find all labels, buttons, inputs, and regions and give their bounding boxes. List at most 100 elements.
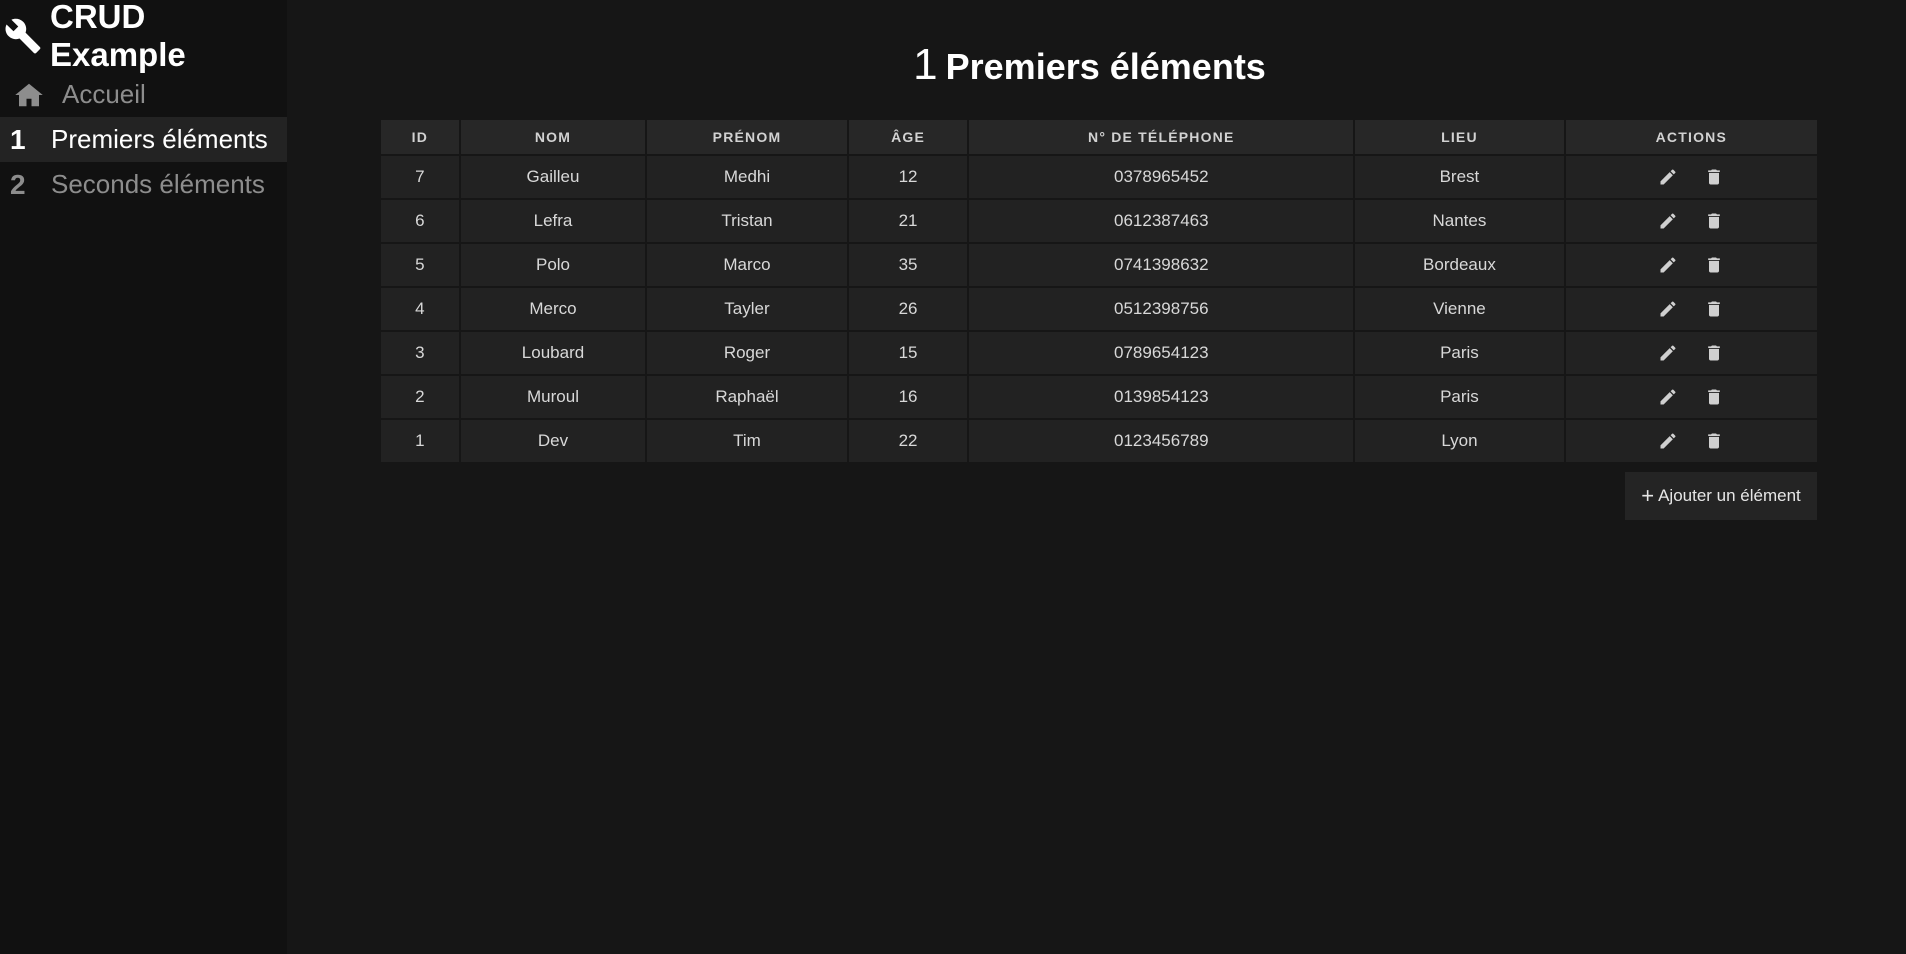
cell-age: 35 xyxy=(848,244,968,286)
sidebar-item-seconds-elements[interactable]: 2 Seconds éléments xyxy=(0,162,287,207)
cell-actions xyxy=(1565,156,1817,198)
brand[interactable]: CRUD Example xyxy=(0,0,287,73)
cell-age: 22 xyxy=(848,420,968,462)
cell-lieu: Lyon xyxy=(1355,420,1564,462)
edit-icon[interactable] xyxy=(1658,387,1678,407)
cell-lieu: Nantes xyxy=(1355,200,1564,242)
edit-icon[interactable] xyxy=(1658,299,1678,319)
column-header-age[interactable]: Âge xyxy=(848,120,968,154)
table-row: 5 Polo Marco 35 0741398632 Bordeaux xyxy=(381,244,1817,286)
sidebar-item-label: Premiers éléments xyxy=(51,124,268,154)
edit-icon[interactable] xyxy=(1658,255,1678,275)
table-header-row: ID Nom Prénom Âge N° de téléphone Lieu A… xyxy=(381,120,1817,154)
table-row: 3 Loubard Roger 15 0789654123 Paris xyxy=(381,332,1817,374)
cell-actions xyxy=(1565,244,1817,286)
cell-telephone: 0378965452 xyxy=(969,156,1354,198)
cell-telephone: 0123456789 xyxy=(969,420,1354,462)
cell-lieu: Vienne xyxy=(1355,288,1564,330)
cell-nom: Gailleu xyxy=(460,156,646,198)
cell-prenom: Tristan xyxy=(647,200,847,242)
add-element-button[interactable]: + Ajouter un élément xyxy=(1625,472,1817,520)
sidebar-item-premiers-elements[interactable]: 1 Premiers éléments xyxy=(0,117,287,162)
cell-lieu: Brest xyxy=(1355,156,1564,198)
cell-actions xyxy=(1565,420,1817,462)
sidebar-item-label: Seconds éléments xyxy=(51,169,265,199)
cell-nom: Dev xyxy=(460,420,646,462)
cell-id: 7 xyxy=(381,156,459,198)
cell-telephone: 0139854123 xyxy=(969,376,1354,418)
cell-id: 1 xyxy=(381,420,459,462)
delete-icon[interactable] xyxy=(1704,343,1724,363)
cell-actions xyxy=(1565,288,1817,330)
cell-lieu: Paris xyxy=(1355,376,1564,418)
wrench-icon xyxy=(4,17,42,55)
delete-icon[interactable] xyxy=(1704,211,1724,231)
table-row: 2 Muroul Raphaël 16 0139854123 Paris xyxy=(381,376,1817,418)
cell-telephone: 0789654123 xyxy=(969,332,1354,374)
cell-age: 21 xyxy=(848,200,968,242)
cell-actions xyxy=(1565,200,1817,242)
app-title: CRUD Example xyxy=(50,0,186,73)
cell-prenom: Tayler xyxy=(647,288,847,330)
column-header-nom[interactable]: Nom xyxy=(460,120,646,154)
delete-icon[interactable] xyxy=(1704,255,1724,275)
add-element-label: Ajouter un élément xyxy=(1658,486,1801,505)
delete-icon[interactable] xyxy=(1704,167,1724,187)
row-actions xyxy=(1567,387,1816,407)
cell-id: 2 xyxy=(381,376,459,418)
page-title-text: Premiers éléments xyxy=(945,46,1266,87)
cell-telephone: 0612387463 xyxy=(969,200,1354,242)
cell-prenom: Raphaël xyxy=(647,376,847,418)
cell-id: 3 xyxy=(381,332,459,374)
cell-id: 6 xyxy=(381,200,459,242)
column-header-lieu[interactable]: Lieu xyxy=(1355,120,1564,154)
sidebar: CRUD Example Accueil 1 Premiers éléments… xyxy=(0,0,287,954)
table-row: 1 Dev Tim 22 0123456789 Lyon xyxy=(381,420,1817,462)
cell-prenom: Tim xyxy=(647,420,847,462)
edit-icon[interactable] xyxy=(1658,167,1678,187)
cell-nom: Muroul xyxy=(460,376,646,418)
delete-icon[interactable] xyxy=(1704,299,1724,319)
cell-prenom: Medhi xyxy=(647,156,847,198)
page-title-number: 1 xyxy=(913,40,938,89)
cell-age: 15 xyxy=(848,332,968,374)
cell-lieu: Paris xyxy=(1355,332,1564,374)
cell-id: 5 xyxy=(381,244,459,286)
edit-icon[interactable] xyxy=(1658,431,1678,451)
column-header-telephone[interactable]: N° de téléphone xyxy=(969,120,1354,154)
table-row: 7 Gailleu Medhi 12 0378965452 Brest xyxy=(381,156,1817,198)
delete-icon[interactable] xyxy=(1704,387,1724,407)
cell-age: 12 xyxy=(848,156,968,198)
edit-icon[interactable] xyxy=(1658,343,1678,363)
cell-nom: Loubard xyxy=(460,332,646,374)
edit-icon[interactable] xyxy=(1658,211,1678,231)
cell-nom: Polo xyxy=(460,244,646,286)
row-actions xyxy=(1567,211,1816,231)
table-row: 4 Merco Tayler 26 0512398756 Vienne xyxy=(381,288,1817,330)
row-actions xyxy=(1567,343,1816,363)
sidebar-item-number: 2 xyxy=(10,168,26,200)
cell-nom: Lefra xyxy=(460,200,646,242)
main-content: 1 Premiers éléments ID Nom Prénom Âge N° … xyxy=(287,0,1906,954)
cell-telephone: 0741398632 xyxy=(969,244,1354,286)
cell-actions xyxy=(1565,332,1817,374)
cell-telephone: 0512398756 xyxy=(969,288,1354,330)
sidebar-item-accueil[interactable]: Accueil xyxy=(0,72,287,117)
row-actions xyxy=(1567,299,1816,319)
cell-actions xyxy=(1565,376,1817,418)
cell-nom: Merco xyxy=(460,288,646,330)
row-actions xyxy=(1567,255,1816,275)
cell-age: 16 xyxy=(848,376,968,418)
cell-lieu: Bordeaux xyxy=(1355,244,1564,286)
table-row: 6 Lefra Tristan 21 0612387463 Nantes xyxy=(381,200,1817,242)
cell-prenom: Marco xyxy=(647,244,847,286)
row-actions xyxy=(1567,431,1816,451)
column-header-id[interactable]: ID xyxy=(381,120,459,154)
cell-id: 4 xyxy=(381,288,459,330)
table-body: 7 Gailleu Medhi 12 0378965452 Brest 6 Lefra Tris… xyxy=(381,156,1817,462)
delete-icon[interactable] xyxy=(1704,431,1724,451)
column-header-prenom[interactable]: Prénom xyxy=(647,120,847,154)
cell-age: 26 xyxy=(848,288,968,330)
sidebar-item-label: Accueil xyxy=(62,79,146,109)
column-header-actions: Actions xyxy=(1565,120,1817,154)
